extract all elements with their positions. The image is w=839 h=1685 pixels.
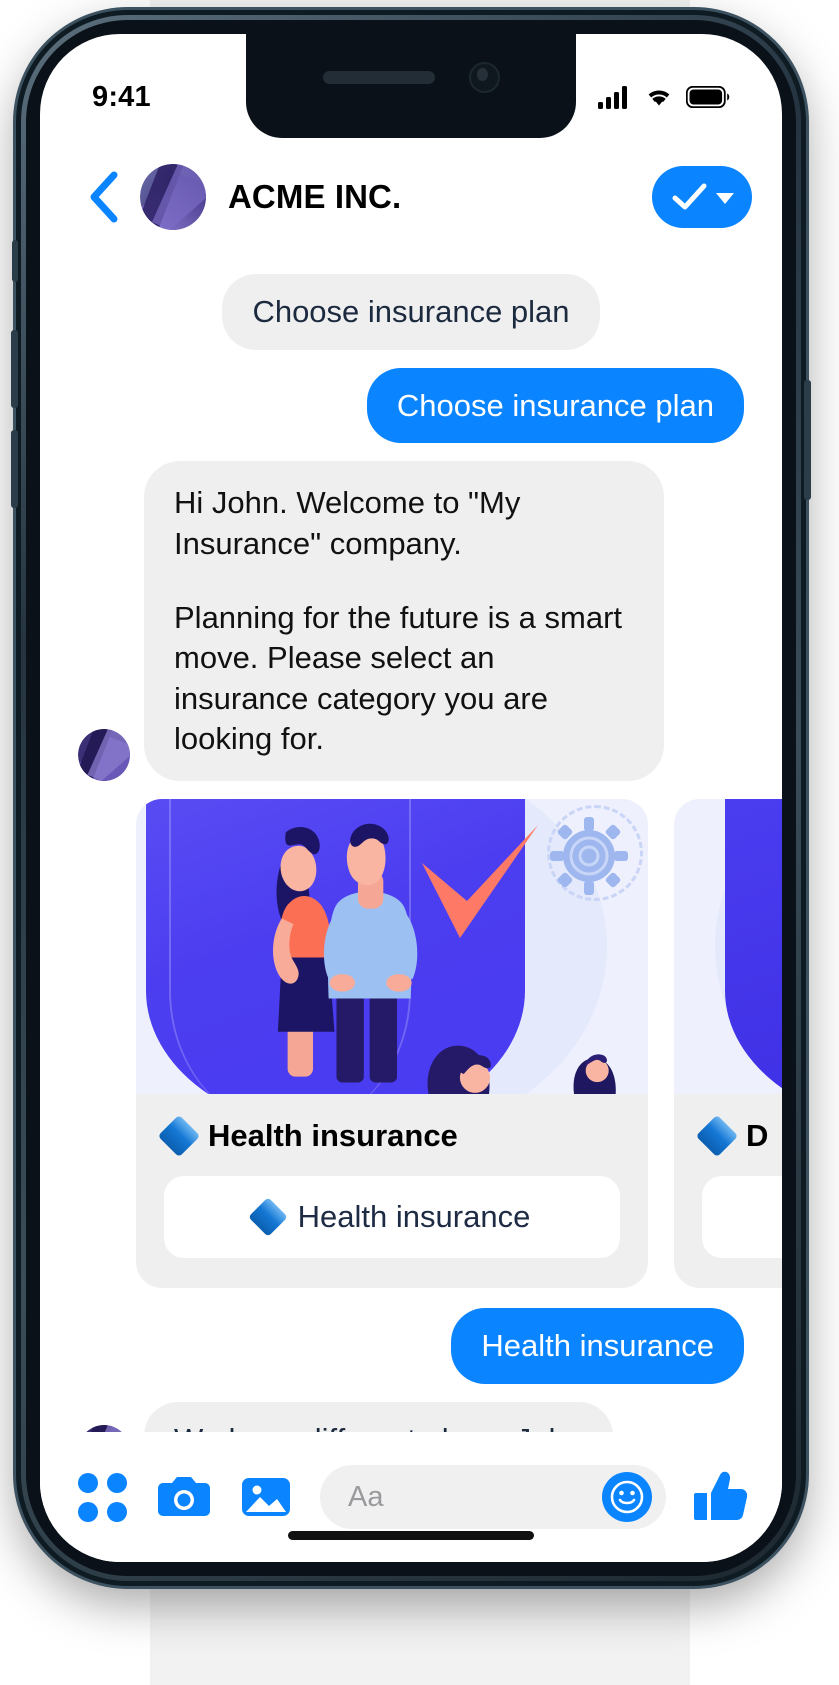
message-list[interactable]: Choose insurance plan Choose insurance p…: [40, 256, 782, 1562]
card-image: [674, 799, 782, 1095]
message-bubble-outgoing[interactable]: Health insurance: [451, 1308, 744, 1384]
signal-bars-icon: [598, 86, 627, 109]
message-row: Choose insurance plan: [40, 367, 782, 444]
apps-button[interactable]: [74, 1469, 130, 1525]
volume-up-button[interactable]: [11, 330, 18, 408]
card-action-label: Health insurance: [297, 1199, 531, 1235]
message-input-placeholder: Aa: [348, 1480, 384, 1513]
status-time: 9:41: [92, 80, 151, 113]
message-paragraph: Planning for the future is a smart move.…: [174, 599, 623, 756]
card-body: Health insurance Health insurance: [136, 1094, 648, 1288]
card-title: Health insurance: [157, 1114, 620, 1158]
camera-icon: [158, 1477, 210, 1516]
message-bubble-outgoing[interactable]: Choose insurance plan: [366, 367, 744, 444]
thumbs-up-icon: [694, 1471, 747, 1520]
card-image: [136, 799, 648, 1095]
child-illustration-icon: [427, 1045, 491, 1095]
back-button[interactable]: [80, 169, 126, 225]
card-title-label: D: [746, 1118, 769, 1154]
home-indicator[interactable]: [288, 1531, 534, 1540]
gallery-button[interactable]: [238, 1469, 294, 1525]
chevron-left-icon: [90, 171, 118, 223]
avatar: [78, 729, 130, 782]
front-camera-icon: [468, 61, 500, 93]
chat-header: ACME INC.: [40, 138, 782, 256]
status-indicators: [598, 85, 730, 109]
photo-gallery-icon: [242, 1478, 290, 1516]
message-row: Hi John. Welcome to "My Insurance" compa…: [40, 461, 782, 782]
blue-diamond-icon: [695, 1114, 739, 1158]
wifi-icon: [648, 90, 670, 106]
mute-switch[interactable]: [12, 240, 18, 282]
device-notch: [246, 34, 576, 138]
phone-frame: 9:41 ACME INC. Choose insurance plan Cho…: [11, 10, 811, 1586]
message-input[interactable]: Aa: [320, 1465, 666, 1529]
check-icon: [672, 183, 707, 210]
emoji-button[interactable]: [602, 1472, 652, 1522]
chevron-down-icon: [716, 193, 734, 204]
page-title: ACME INC.: [228, 178, 402, 215]
acme-avatar-icon: [140, 164, 206, 230]
message-row: Choose insurance plan: [40, 274, 782, 350]
grid-apps-icon: [77, 1472, 127, 1522]
message-composer: Aa: [40, 1432, 782, 1562]
card-action-button[interactable]: Health insurance: [164, 1176, 620, 1259]
blue-diamond-icon: [157, 1114, 201, 1158]
message-paragraph: Hi John. Welcome to "My Insurance" compa…: [174, 485, 521, 561]
power-button[interactable]: [804, 380, 811, 500]
battery-full-icon: [686, 86, 730, 108]
carousel-card[interactable]: D: [674, 799, 782, 1289]
message-bubble-incoming[interactable]: Hi John. Welcome to "My Insurance" compa…: [144, 461, 664, 782]
camera-button[interactable]: [156, 1469, 212, 1525]
card-title: D: [695, 1114, 782, 1158]
smiley-icon: [610, 1480, 644, 1514]
card-action-button[interactable]: [702, 1176, 782, 1259]
message-row: Health insurance: [40, 1308, 782, 1384]
phone-screen: 9:41 ACME INC. Choose insurance plan Cho…: [40, 34, 782, 1562]
card-carousel[interactable]: Health insurance Health insurance D: [40, 799, 782, 1289]
blue-diamond-icon: [247, 1197, 288, 1237]
earpiece-speaker: [322, 70, 435, 84]
gear-icon: [549, 816, 628, 895]
volume-down-button[interactable]: [11, 430, 18, 508]
message-bubble-incoming[interactable]: Choose insurance plan: [222, 274, 600, 350]
carousel-card[interactable]: Health insurance Health insurance: [136, 799, 648, 1289]
confirm-dropdown-button[interactable]: [652, 166, 752, 228]
card-body: D: [674, 1094, 782, 1288]
shield-shape-icon: [725, 799, 782, 1095]
avatar[interactable]: [140, 164, 206, 230]
page-root: 9:41 ACME INC. Choose insurance plan Cho…: [0, 0, 839, 1685]
child-illustration-icon: [573, 1054, 616, 1095]
card-title-label: Health insurance: [208, 1118, 458, 1154]
like-button[interactable]: [692, 1469, 748, 1525]
acme-avatar-icon: [78, 729, 130, 782]
